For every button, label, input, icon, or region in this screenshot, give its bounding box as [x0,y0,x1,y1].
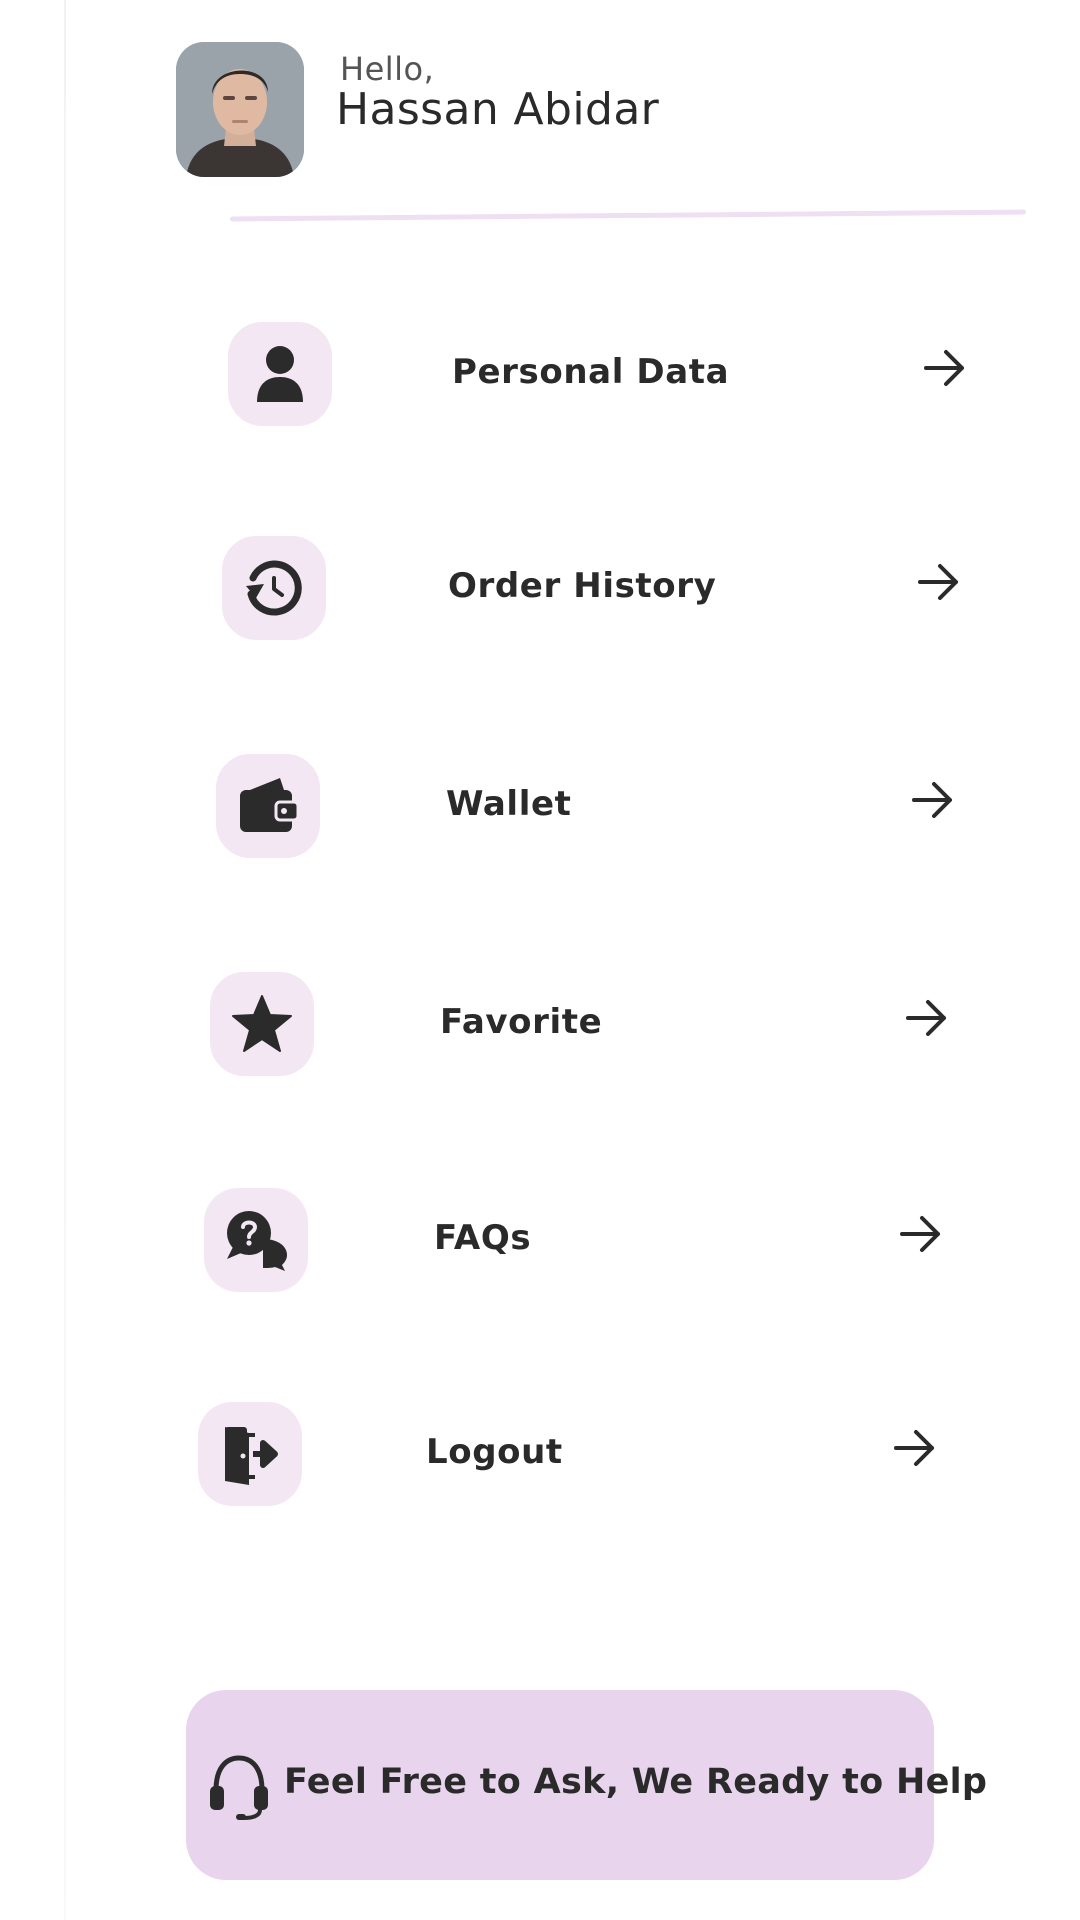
menu-label: Personal Data [452,352,730,392]
menu-item-wallet[interactable]: Wallet [216,754,976,864]
icon-box [198,1402,302,1506]
avatar-photo-icon [176,42,304,177]
menu-item-order-history[interactable]: Order History [222,536,982,646]
wallet-icon [240,778,300,832]
person-icon [257,346,303,402]
menu-item-faqs[interactable]: FAQs [204,1188,964,1298]
arrow-right-icon[interactable] [916,560,960,604]
menu-item-personal-data[interactable]: Personal Data [228,322,988,432]
headset-icon [210,1755,268,1820]
arrow-right-icon[interactable] [898,1212,942,1256]
icon-box [204,1188,308,1292]
user-name: Hassan Abidar [336,84,660,135]
greeting-text: Hello, [340,50,435,88]
avatar[interactable] [176,42,304,177]
question-chat-icon [227,1211,287,1271]
edge-divider [64,0,66,1920]
header-divider [229,209,1027,222]
profile-header: Hello, Hassan Abidar [0,0,1080,240]
menu-label: Order History [448,566,717,606]
menu-label: Logout [426,1432,563,1472]
menu-label: Wallet [446,784,572,824]
arrow-right-icon[interactable] [892,1426,936,1470]
icon-box [216,754,320,858]
arrow-right-icon[interactable] [910,778,954,822]
arrow-right-icon[interactable] [904,996,948,1040]
icon-box [210,972,314,1076]
logout-door-icon [225,1427,278,1485]
icon-box [228,322,332,426]
arrow-right-icon[interactable] [922,346,966,390]
menu-label: Favorite [440,1002,603,1042]
menu-item-logout[interactable]: Logout [198,1402,958,1512]
menu-label: FAQs [434,1218,532,1258]
icon-box [222,536,326,640]
help-label: Feel Free to Ask, We Ready to Help [284,1762,988,1802]
star-icon [232,995,292,1052]
help-button[interactable]: Feel Free to Ask, We Ready to Help [186,1690,987,1880]
history-icon [246,560,302,616]
menu-item-favorite[interactable]: Favorite [210,972,970,1082]
